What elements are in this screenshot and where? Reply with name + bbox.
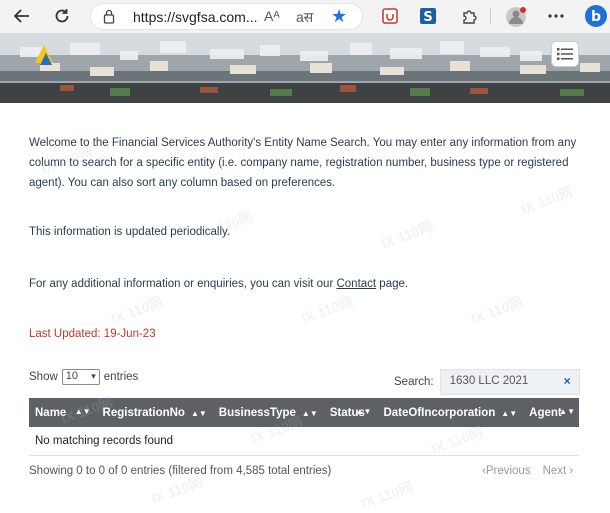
sort-icon: ▲▼ <box>355 406 372 416</box>
sort-icon: ▲▼ <box>501 408 518 418</box>
next-page-button[interactable]: Next › <box>543 465 574 477</box>
extension-shield-icon[interactable] <box>380 6 400 26</box>
entity-table: Name ▲▼ RegistrationNo ▲▼ BusinessType ▲▼ S… <box>29 398 579 456</box>
sort-icon: ▲▼ <box>74 406 91 416</box>
search-label: Search: <box>394 376 434 388</box>
column-header-label: BusinessType <box>218 406 296 419</box>
watermark: IX 110网 <box>358 478 415 512</box>
column-header-label: Name <box>35 406 67 419</box>
favorite-star-icon[interactable]: ★ <box>331 6 347 27</box>
sort-icon: ▲▼ <box>190 408 207 418</box>
contact-suffix-text: page. <box>376 278 409 290</box>
url-text: https://svgfsa.com... <box>133 9 258 25</box>
column-header-businesstype[interactable]: BusinessType ▲▼ <box>213 398 324 427</box>
sort-icon: ▲▼ <box>559 406 575 416</box>
show-label: Show <box>29 371 58 383</box>
welcome-paragraph: Welcome to the Financial Services Author… <box>29 137 577 189</box>
watermark: IX 110网 <box>108 293 165 327</box>
list-menu-icon <box>557 48 573 60</box>
empty-table-message: No matching records found <box>29 427 579 456</box>
svg-text:b: b <box>591 9 601 25</box>
extension-s-icon[interactable]: S <box>418 6 438 26</box>
column-header-label: Agent <box>529 406 562 419</box>
refresh-icon <box>55 9 69 23</box>
column-header-name[interactable]: Name ▲▼ <box>29 398 97 427</box>
contact-link[interactable]: Contact <box>336 278 376 290</box>
contact-paragraph: For any additional information or enquir… <box>29 274 582 294</box>
refresh-button[interactable] <box>50 5 74 27</box>
watermark: IX 110网 <box>468 293 525 327</box>
more-menu-icon[interactable] <box>546 6 566 26</box>
contact-prefix-text: For any additional information or enquir… <box>29 278 337 290</box>
chevron-down-icon: ▾ <box>91 371 96 381</box>
column-header-registrationno[interactable]: RegistrationNo ▲▼ <box>97 398 213 427</box>
extensions-puzzle-icon[interactable] <box>459 6 479 26</box>
lock-icon <box>103 9 115 29</box>
profile-avatar-icon[interactable] <box>505 6 526 27</box>
search-control: Search: 1630 LLC 2021 × <box>394 369 580 395</box>
read-aloud-icon[interactable]: Aᴬ <box>264 8 280 24</box>
previous-page-button[interactable]: ‹Previous <box>482 465 531 477</box>
address-bar[interactable]: https://svgfsa.com... Aᴬ aस ★ <box>90 3 363 30</box>
periodic-update-note: This information is updated periodically… <box>29 226 231 238</box>
browser-toolbar: https://svgfsa.com... Aᴬ aस ★ S b <box>0 0 610 33</box>
back-button[interactable] <box>10 5 34 27</box>
clear-search-icon[interactable]: × <box>564 374 571 388</box>
table-info-text: Showing 0 to 0 of 0 entries (filtered fr… <box>29 465 332 477</box>
entries-label: entries <box>103 371 139 383</box>
search-input-value: 1630 LLC 2021 <box>449 375 529 387</box>
page-length-control: Show 10 ▾ entries <box>29 369 138 385</box>
pagination: ‹Previous Next › <box>482 465 573 477</box>
bing-chat-icon[interactable]: b <box>584 4 608 28</box>
sort-icon: ▲▼ <box>301 408 318 418</box>
watermark: IX 110网 <box>298 293 355 327</box>
table-row: No matching records found <box>29 427 579 456</box>
city-skyline-image <box>0 33 610 103</box>
column-header-status[interactable]: Status ▲▼ <box>324 398 378 427</box>
search-input[interactable]: 1630 LLC 2021 × <box>439 369 580 395</box>
column-header-agent[interactable]: Agent ▲▼ <box>523 398 579 427</box>
table-header-row: Name ▲▼ RegistrationNo ▲▼ BusinessType ▲▼ S… <box>29 398 579 427</box>
last-updated-label: Last Updated: 19-Jun-23 <box>29 328 156 340</box>
entries-per-page-select[interactable]: 10 ▾ <box>61 369 100 385</box>
back-arrow-icon <box>13 9 29 23</box>
toolbar-divider <box>490 8 491 24</box>
translate-icon[interactable]: aस <box>296 8 313 27</box>
column-header-label: RegistrationNo <box>102 406 185 419</box>
column-header-label: DateOfIncorporation <box>383 406 496 419</box>
entries-per-page-value: 10 <box>65 370 79 382</box>
svg-text:S: S <box>423 10 432 25</box>
hamburger-menu-button[interactable] <box>551 41 579 67</box>
column-header-dateofincorporation[interactable]: DateOfIncorporation ▲▼ <box>377 398 523 427</box>
site-banner <box>0 33 610 103</box>
